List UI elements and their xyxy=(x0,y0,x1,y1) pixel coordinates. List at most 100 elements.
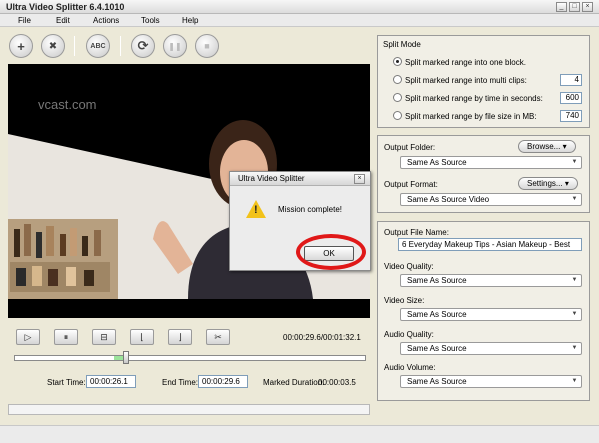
marked-duration-value: 00:00:03.5 xyxy=(318,378,356,387)
video-quality-dropdown[interactable]: Same As Source ▼ xyxy=(400,274,582,287)
frame-button[interactable]: ⊟ xyxy=(92,329,116,345)
add-icon: + xyxy=(17,38,25,54)
stop-button[interactable]: ■ xyxy=(195,34,219,58)
marked-duration-label: Marked Duration: xyxy=(263,378,325,387)
split-one-block-label: Split marked range into one block. xyxy=(405,58,526,67)
toolbar: + ✖ ABC ⟳ ❚❚ ■ xyxy=(0,28,375,64)
start-split-button[interactable]: ⟳ xyxy=(131,34,155,58)
maximize-button[interactable]: □ xyxy=(569,2,580,12)
remove-file-button[interactable]: ✖ xyxy=(41,34,65,58)
dialog-message: Mission complete! xyxy=(278,205,343,214)
stop-icon: ■ xyxy=(204,41,210,51)
play-icon: ▷ xyxy=(24,331,32,342)
split-multi-clips-radio[interactable] xyxy=(393,75,402,84)
chevron-down-icon: ▼ xyxy=(571,378,578,384)
audio-volume-label: Audio Volume: xyxy=(384,363,436,372)
multi-clips-count-field[interactable]: 4 xyxy=(560,74,582,86)
play-button[interactable]: ▷ xyxy=(16,329,40,345)
mark-start-button[interactable]: ⌊ xyxy=(130,329,154,345)
dialog-title-bar: Ultra Video Splitter × xyxy=(230,172,370,186)
pause-icon: ⏸ xyxy=(63,331,69,342)
close-button[interactable]: × xyxy=(582,2,593,12)
dialog-title: Ultra Video Splitter xyxy=(238,174,305,183)
settings-button[interactable]: Settings... ▾ xyxy=(518,177,578,190)
chevron-down-icon: ▼ xyxy=(571,345,578,351)
mark-end-button[interactable]: ⌋ xyxy=(168,329,192,345)
output-file-name-label: Output File Name: xyxy=(384,228,449,237)
chevron-down-icon: ▾ xyxy=(562,142,567,151)
pause-button[interactable]: ❚❚ xyxy=(163,34,187,58)
menu-actions[interactable]: Actions xyxy=(93,16,119,25)
split-by-time-label: Split marked range by time in seconds: xyxy=(405,94,543,103)
menu-bar: File Edit Actions Tools Help xyxy=(0,14,599,27)
audio-quality-label: Audio Quality: xyxy=(384,330,434,339)
start-time-label: Start Time: xyxy=(47,378,86,387)
browse-label: Browse... xyxy=(527,142,561,151)
audio-volume-dropdown[interactable]: Same As Source ▼ xyxy=(400,375,582,388)
watermark-text: vcast.com xyxy=(38,97,97,112)
chevron-down-icon: ▼ xyxy=(571,196,578,202)
abc-icon: ABC xyxy=(90,42,106,50)
split-by-size-label: Split marked range by file size in MB: xyxy=(405,112,537,121)
chevron-down-icon: ▾ xyxy=(564,179,569,188)
output-folder-dropdown[interactable]: Same As Source ▼ xyxy=(400,156,582,169)
audio-volume-value: Same As Source xyxy=(407,377,467,386)
split-seconds-field[interactable]: 600 xyxy=(560,92,582,104)
dialog-close-button[interactable]: × xyxy=(354,174,365,184)
video-quality-label: Video Quality: xyxy=(384,262,434,271)
chevron-down-icon: ▼ xyxy=(571,159,578,165)
chevron-down-icon: ▼ xyxy=(571,277,578,283)
window-title: Ultra Video Splitter 6.4.1010 xyxy=(6,2,125,12)
settings-label: Settings... xyxy=(527,179,563,188)
timeline-slider[interactable] xyxy=(14,355,366,361)
toolbar-separator xyxy=(120,36,121,56)
progress-bar xyxy=(8,404,370,415)
remove-icon: ✖ xyxy=(48,40,58,52)
split-one-block-radio[interactable] xyxy=(393,57,402,66)
frame-icon: ⊟ xyxy=(100,331,108,342)
time-readout: 00:00:29.6/00:01:32.1 xyxy=(283,333,361,342)
ok-highlight-circle xyxy=(296,234,366,270)
mark-end-icon: ⌋ xyxy=(178,331,182,342)
output-format-value: Same As Source Video xyxy=(407,195,490,204)
cut-button[interactable]: ✂ xyxy=(206,329,230,345)
pause-playback-button[interactable]: ⏸ xyxy=(54,329,78,345)
split-mode-title: Split Mode xyxy=(383,40,421,49)
split-size-field[interactable]: 740 xyxy=(560,110,582,122)
audio-quality-value: Same As Source xyxy=(407,344,467,353)
output-file-name-field[interactable]: 6 Everyday Makeup Tips - Asian Makeup - … xyxy=(398,238,582,251)
minimize-button[interactable]: _ xyxy=(556,2,567,12)
video-size-dropdown[interactable]: Same As Source ▼ xyxy=(400,308,582,321)
menu-edit[interactable]: Edit xyxy=(56,16,70,25)
end-time-label: End Time: xyxy=(162,378,199,387)
timeline-thumb[interactable] xyxy=(123,351,130,364)
output-folder-label: Output Folder: xyxy=(384,143,436,152)
mark-start-icon: ⌊ xyxy=(140,331,144,342)
video-size-label: Video Size: xyxy=(384,296,425,305)
end-time-field[interactable]: 00:00:29.6 xyxy=(198,375,248,388)
split-by-size-radio[interactable] xyxy=(393,111,402,120)
start-time-field[interactable]: 00:00:26.1 xyxy=(86,375,136,388)
video-quality-value: Same As Source xyxy=(407,276,467,285)
split-multi-clips-label: Split marked range into multi clips: xyxy=(405,76,527,85)
status-bar xyxy=(0,425,599,443)
pause-icon: ❚❚ xyxy=(168,41,182,51)
video-size-value: Same As Source xyxy=(407,310,467,319)
menu-tools[interactable]: Tools xyxy=(141,16,160,25)
title-bar: Ultra Video Splitter 6.4.1010 _ □ × xyxy=(0,0,599,14)
warning-mark: ! xyxy=(254,204,258,216)
toolbar-separator xyxy=(74,36,75,56)
add-file-button[interactable]: + xyxy=(9,34,33,58)
browse-button[interactable]: Browse... ▾ xyxy=(518,140,576,153)
output-format-label: Output Format: xyxy=(384,180,438,189)
rename-button[interactable]: ABC xyxy=(86,34,110,58)
scissors-icon: ✂ xyxy=(214,331,222,342)
chevron-down-icon: ▼ xyxy=(571,311,578,317)
output-format-dropdown[interactable]: Same As Source Video ▼ xyxy=(400,193,582,206)
menu-file[interactable]: File xyxy=(18,16,31,25)
audio-quality-dropdown[interactable]: Same As Source ▼ xyxy=(400,342,582,355)
menu-help[interactable]: Help xyxy=(182,16,198,25)
split-by-time-radio[interactable] xyxy=(393,93,402,102)
output-folder-value: Same As Source xyxy=(407,158,467,167)
convert-icon: ⟳ xyxy=(137,38,149,53)
